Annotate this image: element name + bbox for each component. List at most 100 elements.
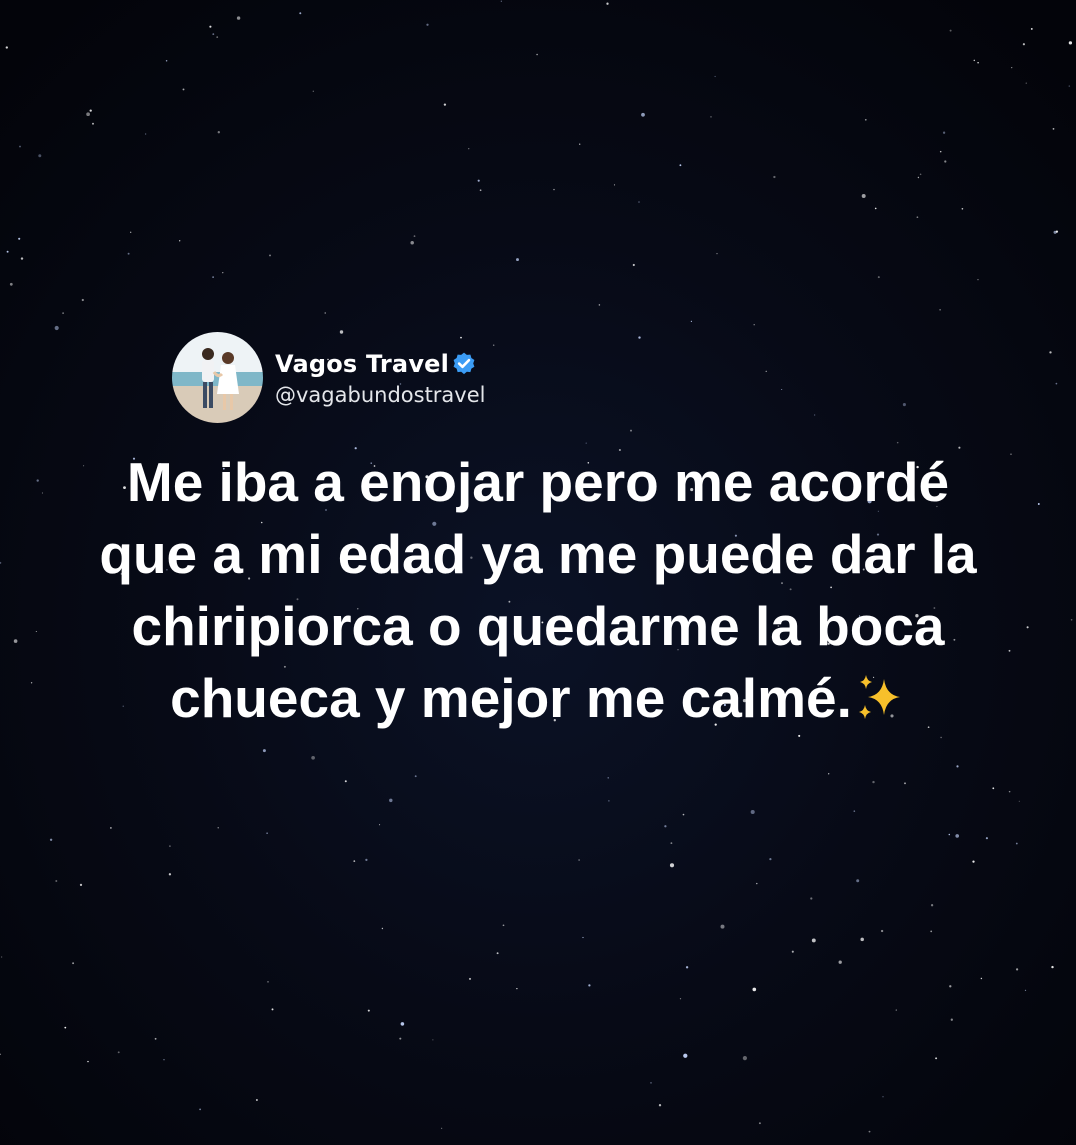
star xyxy=(127,252,130,255)
star xyxy=(441,1127,443,1129)
star xyxy=(714,75,716,78)
star xyxy=(9,282,13,286)
star xyxy=(477,179,480,182)
star xyxy=(638,336,641,339)
star xyxy=(381,927,384,930)
star xyxy=(972,860,975,863)
star xyxy=(810,897,813,900)
star xyxy=(1025,82,1027,84)
star xyxy=(753,323,755,326)
star xyxy=(882,1096,884,1098)
star xyxy=(413,235,416,237)
star xyxy=(110,827,112,829)
star xyxy=(365,858,368,862)
star xyxy=(632,263,635,267)
star xyxy=(255,1099,258,1101)
star xyxy=(944,160,947,163)
star xyxy=(578,859,580,861)
post-text-line-2: que a mi edad ya me puede dar la xyxy=(99,523,977,585)
star xyxy=(432,1039,434,1041)
author-handle[interactable]: @vagabundostravel xyxy=(275,383,485,407)
post-text-line-3: chiripiorca o quedarme la boca xyxy=(131,595,945,657)
display-name[interactable]: Vagos Travel xyxy=(275,350,449,378)
star xyxy=(312,90,314,92)
star xyxy=(55,880,58,882)
star xyxy=(679,164,682,167)
star xyxy=(877,276,880,279)
star xyxy=(62,312,64,314)
star xyxy=(895,1009,897,1011)
star xyxy=(664,825,667,828)
star xyxy=(942,131,946,134)
star xyxy=(426,23,429,26)
star xyxy=(169,845,171,847)
star xyxy=(579,143,581,145)
star xyxy=(828,773,830,775)
star xyxy=(1068,85,1071,87)
post-text-line-4-container: chueca y mejor me calmé. xyxy=(0,662,1076,734)
star xyxy=(720,924,725,929)
star xyxy=(267,981,269,983)
star xyxy=(641,112,645,117)
star xyxy=(710,116,712,118)
star xyxy=(658,1104,662,1107)
star xyxy=(299,12,302,15)
star xyxy=(955,834,960,838)
name-row: Vagos Travel xyxy=(275,347,485,381)
star xyxy=(410,241,414,245)
star xyxy=(1052,128,1055,130)
star xyxy=(582,936,584,939)
star xyxy=(19,145,21,148)
star xyxy=(222,272,224,274)
sparkles-icon xyxy=(854,668,906,720)
star xyxy=(262,749,266,753)
author-identity: Vagos Travel @vagabundostravel xyxy=(275,347,485,407)
star xyxy=(716,253,718,255)
star xyxy=(939,309,941,311)
verified-badge-icon xyxy=(451,351,477,377)
star xyxy=(92,122,94,125)
post-text: Me iba a enojar pero me acordé que a mi … xyxy=(0,446,1076,734)
star xyxy=(685,966,689,969)
star xyxy=(1022,43,1025,46)
star xyxy=(79,883,83,887)
star xyxy=(20,257,24,260)
star xyxy=(769,858,772,861)
star xyxy=(163,1059,165,1061)
star xyxy=(682,813,685,816)
star xyxy=(811,938,816,943)
star xyxy=(502,924,505,927)
star xyxy=(585,442,587,444)
star xyxy=(209,25,212,28)
star xyxy=(791,950,794,953)
star xyxy=(977,62,979,64)
star xyxy=(199,1108,201,1111)
star xyxy=(145,133,147,135)
star xyxy=(64,1026,67,1029)
star xyxy=(773,175,776,179)
star xyxy=(856,879,860,883)
star xyxy=(367,1009,370,1012)
star xyxy=(985,837,988,840)
star xyxy=(765,370,767,372)
star xyxy=(861,194,866,198)
star xyxy=(1055,382,1058,385)
star xyxy=(353,860,356,862)
star xyxy=(168,873,172,876)
avatar[interactable] xyxy=(172,331,263,423)
star xyxy=(916,216,919,219)
star xyxy=(838,960,842,964)
star xyxy=(553,188,555,191)
star xyxy=(266,832,268,834)
star xyxy=(1024,989,1027,992)
star xyxy=(154,1037,157,1040)
post-text-line-4: chueca y mejor me calmé. xyxy=(170,667,852,729)
star xyxy=(679,998,682,1000)
star xyxy=(87,1060,89,1063)
star xyxy=(516,258,519,262)
star xyxy=(516,987,518,990)
couple-on-beach-photo-icon xyxy=(172,331,263,423)
star xyxy=(311,755,315,760)
star xyxy=(1049,351,1052,354)
star xyxy=(758,1122,761,1125)
